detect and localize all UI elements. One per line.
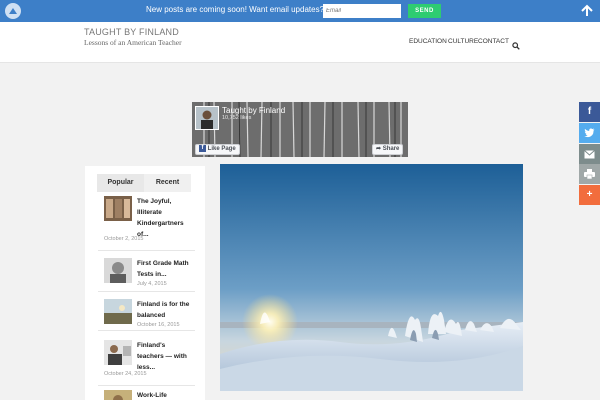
post-title[interactable]: The Joyful, Illiterate Kindergartners of…: [137, 196, 193, 240]
site-header: TAUGHT BY FINLAND Lessons of an American…: [0, 22, 600, 63]
post-date: October 2, 2015: [104, 236, 144, 242]
post-title[interactable]: Finland's teachers — with less...: [137, 340, 193, 373]
share-email-button[interactable]: [579, 144, 600, 164]
post-thumbnail[interactable]: [104, 196, 132, 221]
site-tagline: Lessons of an American Teacher: [84, 38, 182, 47]
tab-popular[interactable]: Popular: [97, 174, 144, 192]
share-facebook-button[interactable]: f: [579, 102, 600, 122]
post-title[interactable]: Work-Life: [137, 390, 193, 400]
sidebar-tabs: Popular Recent: [97, 174, 191, 192]
notification-message: New posts are coming soon! Want email up…: [146, 5, 325, 14]
printer-icon: [579, 168, 600, 182]
nav-contact[interactable]: CONTACT: [478, 38, 509, 45]
site-title[interactable]: TAUGHT BY FINLAND: [84, 27, 179, 37]
post-thumbnail[interactable]: [104, 258, 132, 283]
share-twitter-button[interactable]: [579, 123, 600, 143]
sidebar: Popular Recent The Joyful, Illiterate Ki…: [85, 166, 205, 400]
post-title[interactable]: Finland is for the balanced: [137, 299, 193, 321]
like-page-button[interactable]: f Like Page: [195, 144, 240, 155]
send-button[interactable]: SEND: [408, 4, 441, 18]
divider: [98, 250, 195, 251]
featured-photo[interactable]: [220, 164, 523, 391]
share-button[interactable]: ➦ Share: [372, 144, 404, 155]
nav-culture[interactable]: CULTURE: [448, 38, 478, 45]
search-icon[interactable]: [512, 37, 520, 55]
share-label: Share: [382, 146, 400, 152]
facebook-icon: f: [587, 106, 592, 117]
facebook-likes-count: 10,752 likes: [222, 115, 252, 121]
divider: [98, 330, 195, 331]
nav-education[interactable]: EDUCATION: [409, 38, 447, 45]
tab-recent[interactable]: Recent: [144, 174, 191, 192]
post-thumbnail[interactable]: [104, 340, 132, 365]
site-logo-icon[interactable]: [5, 3, 21, 19]
twitter-icon: [579, 127, 600, 141]
like-page-label: Like Page: [207, 146, 236, 153]
facebook-page-name[interactable]: Taught by Finland: [222, 106, 285, 115]
print-button[interactable]: [579, 164, 600, 184]
facebook-icon: f: [199, 145, 206, 152]
plus-icon: +: [586, 189, 593, 200]
email-input[interactable]: [323, 4, 401, 18]
share-arrow-icon: ➦: [376, 146, 382, 152]
post-date: October 24, 2015: [104, 371, 147, 377]
post-date: October 16, 2015: [137, 322, 180, 328]
post-date: July 4, 2015: [137, 281, 167, 287]
share-more-button[interactable]: +: [579, 185, 600, 205]
post-thumbnail[interactable]: [104, 299, 132, 324]
arrow-up-icon[interactable]: [580, 3, 594, 19]
post-title[interactable]: First Grade Math Tests in...: [137, 258, 193, 280]
divider: [98, 385, 195, 386]
envelope-icon: [579, 148, 600, 162]
page-avatar[interactable]: [195, 106, 219, 130]
post-thumbnail[interactable]: [104, 390, 132, 400]
notification-bar: New posts are coming soon! Want email up…: [0, 0, 600, 22]
divider: [98, 291, 195, 292]
